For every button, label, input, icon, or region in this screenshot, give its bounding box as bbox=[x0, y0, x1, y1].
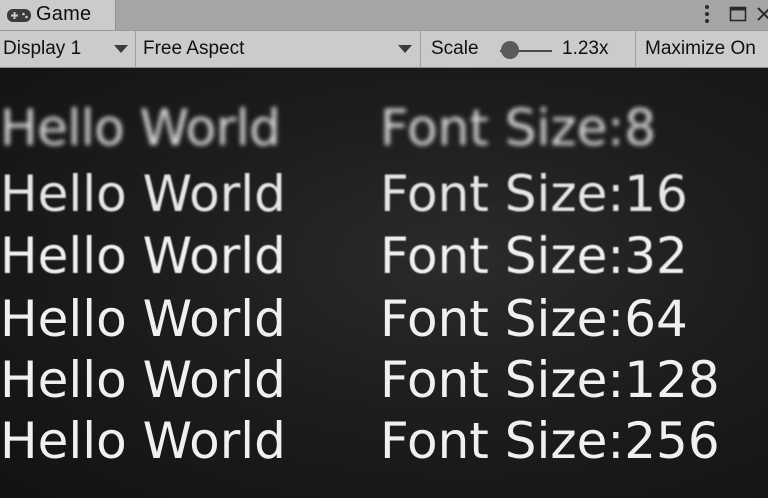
scale-label: Scale bbox=[431, 38, 479, 59]
aspect-dropdown[interactable]: Free Aspect bbox=[136, 31, 420, 67]
display-dropdown[interactable]: Display 1 bbox=[0, 31, 135, 67]
text-row: Hello World Font Size:128 bbox=[0, 350, 768, 410]
font-size-label: Font Size:256 bbox=[380, 412, 720, 470]
gamepad-icon bbox=[7, 9, 31, 22]
text-row: Hello World Font Size:8 bbox=[0, 98, 768, 158]
chevron-down-icon bbox=[114, 45, 128, 53]
hello-world-text: Hello World bbox=[0, 412, 286, 470]
toolbar-divider bbox=[420, 31, 421, 67]
tab-strip: Game bbox=[0, 0, 768, 30]
close-icon[interactable] bbox=[756, 4, 768, 24]
aspect-dropdown-label: Free Aspect bbox=[143, 38, 245, 59]
font-size-label: Font Size:64 bbox=[380, 290, 688, 348]
hello-world-text: Hello World bbox=[0, 99, 281, 157]
font-size-label: Font Size:32 bbox=[380, 227, 688, 285]
hello-world-text: Hello World bbox=[0, 351, 286, 409]
chevron-down-icon bbox=[398, 45, 412, 53]
scale-value: 1.23x bbox=[562, 38, 609, 59]
game-toolbar: Display 1 Free Aspect Scale 1.23x Maximi… bbox=[0, 30, 768, 68]
maximize-on-play-toggle[interactable]: Maximize On bbox=[636, 31, 768, 67]
text-row: Hello World Font Size:32 bbox=[0, 226, 768, 286]
hello-world-text: Hello World bbox=[0, 227, 286, 285]
text-row: Hello World Font Size:64 bbox=[0, 289, 768, 349]
font-size-label: Font Size:128 bbox=[380, 351, 720, 409]
maximize-icon[interactable] bbox=[728, 4, 748, 24]
scale-slider-thumb[interactable] bbox=[501, 41, 519, 59]
tab-title: Game bbox=[36, 3, 92, 25]
tab-game[interactable]: Game bbox=[0, 0, 116, 30]
font-size-label: Font Size:16 bbox=[380, 165, 688, 223]
display-dropdown-label: Display 1 bbox=[3, 38, 82, 59]
text-row: Hello World Font Size:16 bbox=[0, 164, 768, 224]
hello-world-text: Hello World bbox=[0, 290, 286, 348]
text-row: Hello World Font Size:256 bbox=[0, 411, 768, 471]
font-size-label: Font Size:8 bbox=[380, 99, 657, 157]
kebab-menu-icon[interactable] bbox=[700, 2, 714, 26]
maximize-on-play-label: Maximize On bbox=[645, 38, 756, 59]
game-window: Game Display 1 Free Aspect Scale 1.23x M… bbox=[0, 0, 768, 498]
hello-world-text: Hello World bbox=[0, 165, 286, 223]
